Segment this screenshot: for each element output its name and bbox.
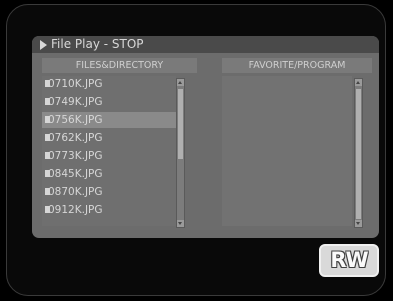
list-item[interactable]: 0845K.JPG bbox=[42, 166, 176, 182]
file-name: 0710K.JPG bbox=[48, 78, 103, 90]
title-bar: File Play - STOP bbox=[32, 36, 379, 53]
files-scroll-thumb[interactable] bbox=[178, 89, 183, 159]
file-name: 0912K.JPG bbox=[48, 204, 103, 216]
file-name: 0762K.JPG bbox=[48, 132, 103, 144]
list-item[interactable]: 0762K.JPG bbox=[42, 130, 176, 146]
list-item-selected[interactable]: 0756K.JPG bbox=[42, 112, 176, 128]
list-item[interactable]: 0912K.JPG bbox=[42, 202, 176, 218]
file-browser-panel: File Play - STOP FILES&DIRECTORY FAVORIT… bbox=[32, 36, 379, 238]
file-name: 0749K.JPG bbox=[48, 96, 103, 108]
favorites-scroll-thumb[interactable] bbox=[356, 89, 361, 219]
file-name: 0773K.JPG bbox=[48, 150, 103, 162]
list-item[interactable]: 0710K.JPG bbox=[42, 76, 176, 92]
rw-disc-badge: RW bbox=[319, 244, 379, 277]
arrow-up-icon[interactable] bbox=[177, 79, 184, 86]
page-title: File Play - STOP bbox=[51, 37, 144, 51]
arrow-down-icon[interactable] bbox=[355, 220, 362, 227]
play-triangle-icon bbox=[40, 40, 47, 50]
favorite-program-header: FAVORITE/PROGRAM bbox=[222, 58, 372, 73]
rw-badge-label: RW bbox=[330, 248, 368, 272]
favorite-program-list bbox=[222, 76, 352, 226]
list-item[interactable]: 0870K.JPG bbox=[42, 184, 176, 200]
arrow-down-icon[interactable] bbox=[177, 220, 184, 227]
files-directory-header: FILES&DIRECTORY bbox=[42, 58, 197, 73]
list-item[interactable]: 0773K.JPG bbox=[42, 148, 176, 164]
files-scrollbar[interactable] bbox=[176, 78, 185, 228]
favorites-scrollbar[interactable] bbox=[354, 78, 363, 228]
list-item[interactable]: 0749K.JPG bbox=[42, 94, 176, 110]
file-name: 0756K.JPG bbox=[48, 114, 103, 126]
file-name: 0845K.JPG bbox=[48, 168, 103, 180]
files-list: 0710K.JPG 0749K.JPG 0756K.JPG 0762K.JPG … bbox=[42, 76, 176, 226]
arrow-up-icon[interactable] bbox=[355, 79, 362, 86]
file-name: 0870K.JPG bbox=[48, 186, 103, 198]
